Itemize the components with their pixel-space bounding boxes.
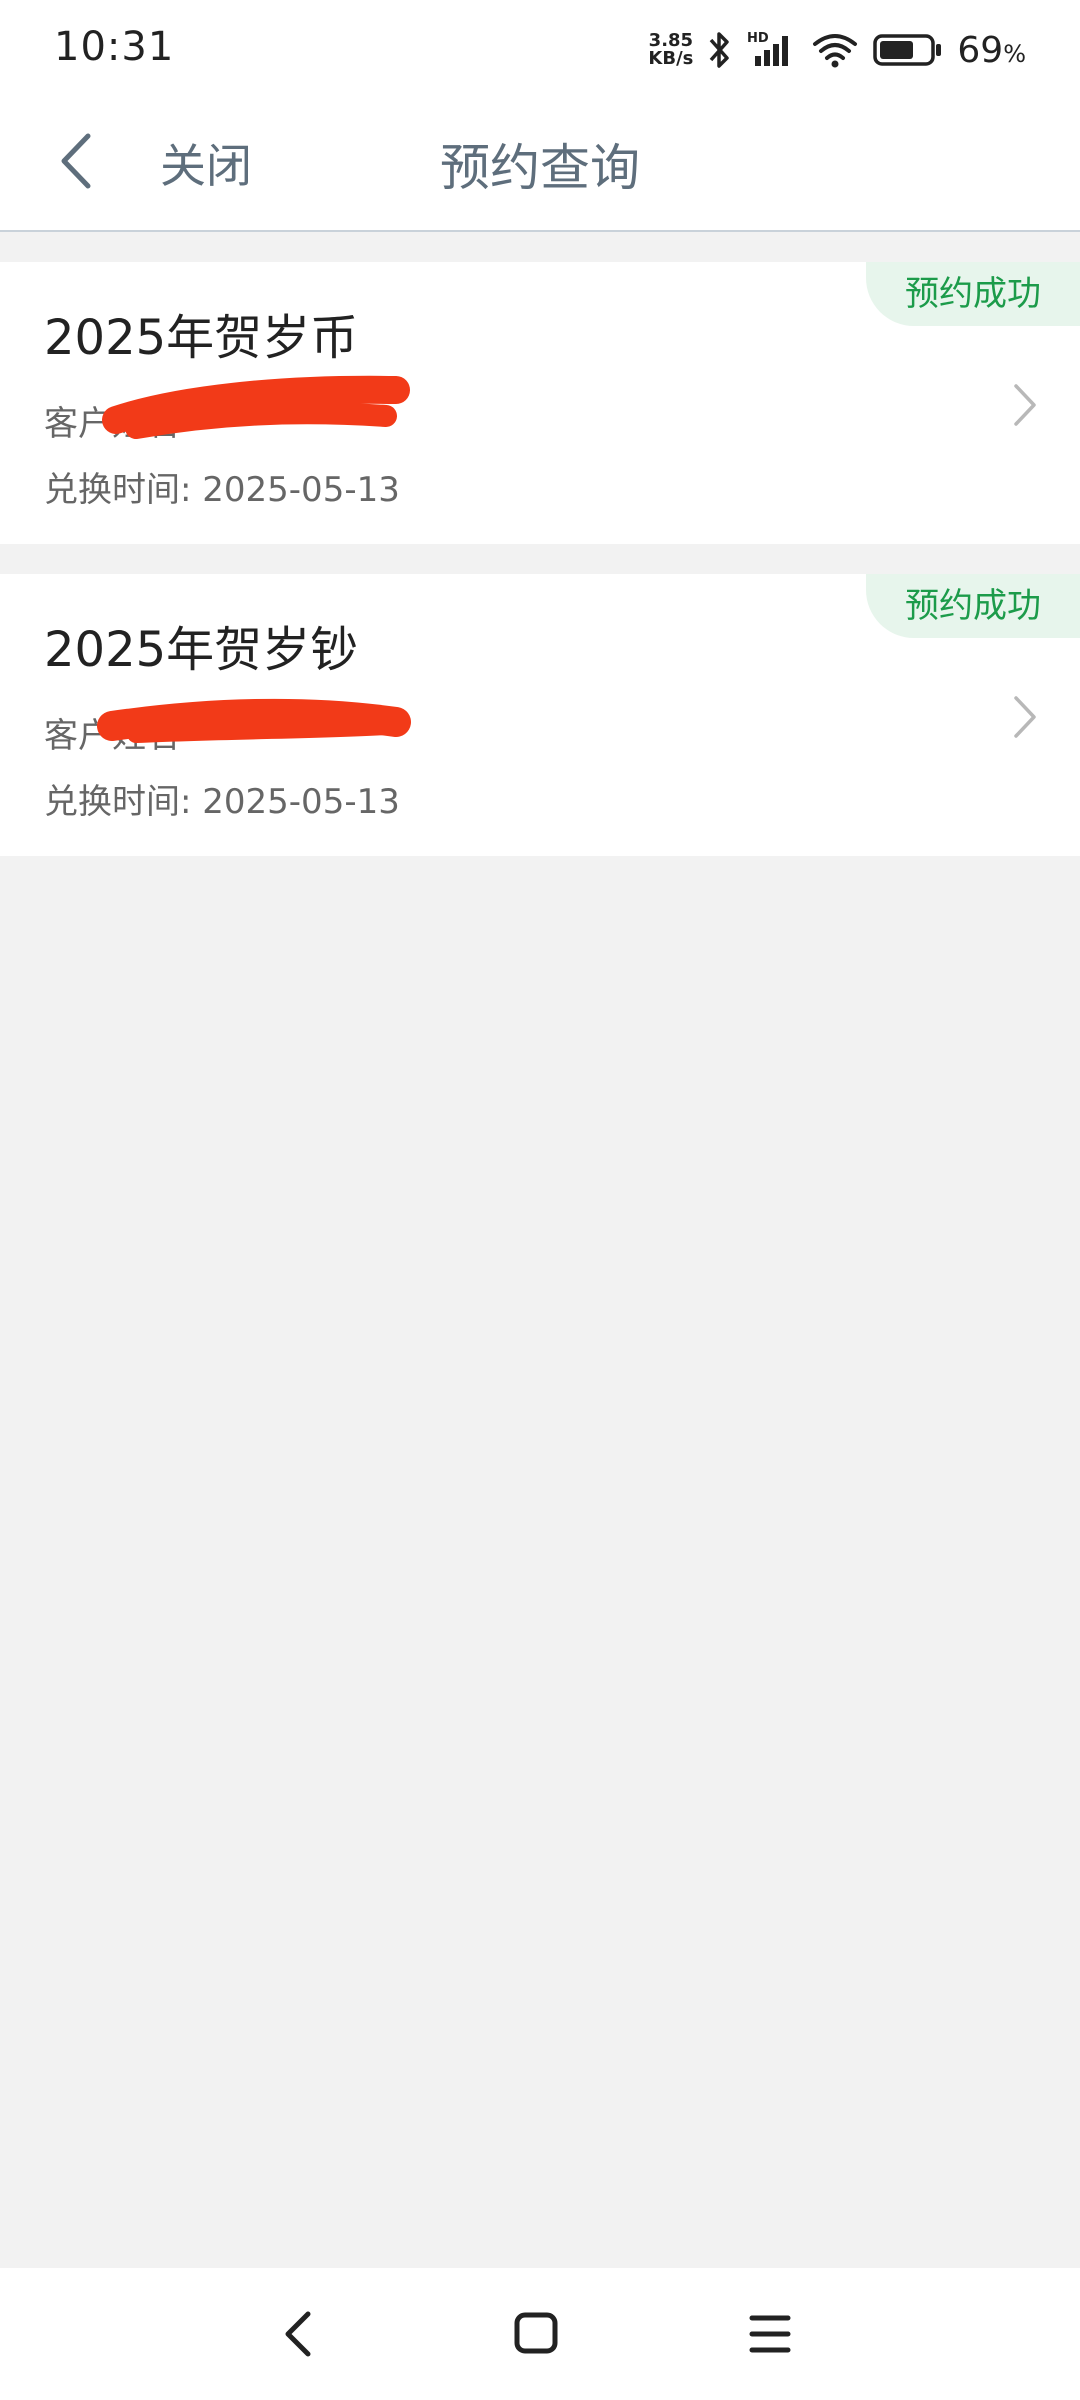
exchange-time: 兑换时间: 2025-05-13 xyxy=(44,782,400,822)
redaction-mark xyxy=(97,698,411,743)
reservation-title: 2025年贺岁币 xyxy=(44,310,359,366)
redaction-mark xyxy=(102,375,410,439)
chevron-right-icon xyxy=(1014,384,1036,426)
status-bar: 10:31 3.85 KB/s HD 69% xyxy=(0,0,1080,98)
status-badge: 预约成功 xyxy=(866,262,1080,326)
reservation-card[interactable]: 预约成功 2025年贺岁钞 客户姓名 兑换时间: 2025-05-13 xyxy=(0,574,1080,856)
bluetooth-icon xyxy=(707,30,733,70)
nav-back-button[interactable] xyxy=(260,2294,340,2374)
battery-percentage-value: 69 xyxy=(957,29,1004,71)
battery-percentage: 69% xyxy=(957,30,1026,71)
reservation-title: 2025年贺岁钞 xyxy=(44,622,359,678)
reservation-card[interactable]: 预约成功 2025年贺岁币 客户姓名 兑换时间: 2025-05-13 xyxy=(0,262,1080,544)
reservation-list: 预约成功 2025年贺岁币 客户姓名 兑换时间: 2025-05-13 预约成功… xyxy=(0,262,1080,886)
status-time: 10:31 xyxy=(54,24,175,70)
battery-percentage-sign: % xyxy=(1003,39,1026,68)
nav-home-icon xyxy=(514,2312,558,2354)
network-speed: 3.85 KB/s xyxy=(648,32,693,68)
nav-menu-button[interactable] xyxy=(730,2294,810,2374)
wifi-icon xyxy=(811,30,859,70)
status-badge: 预约成功 xyxy=(866,574,1080,638)
nav-home-button[interactable] xyxy=(496,2294,576,2374)
status-icons: 3.85 KB/s HD 69% xyxy=(648,26,1026,74)
network-speed-unit: KB/s xyxy=(648,48,694,69)
page-title: 预约查询 xyxy=(440,139,640,197)
nav-back-icon xyxy=(285,2311,311,2357)
nav-menu-icon xyxy=(749,2315,791,2353)
exchange-time: 兑换时间: 2025-05-13 xyxy=(44,470,400,510)
battery-icon xyxy=(873,30,943,70)
cellular-signal-icon: HD xyxy=(747,30,797,70)
signal-hd-label: HD xyxy=(747,31,769,46)
chevron-right-icon xyxy=(1014,696,1036,738)
header-bar: 关闭 预约查询 xyxy=(0,98,1080,232)
system-navigation-bar xyxy=(0,2268,1080,2400)
